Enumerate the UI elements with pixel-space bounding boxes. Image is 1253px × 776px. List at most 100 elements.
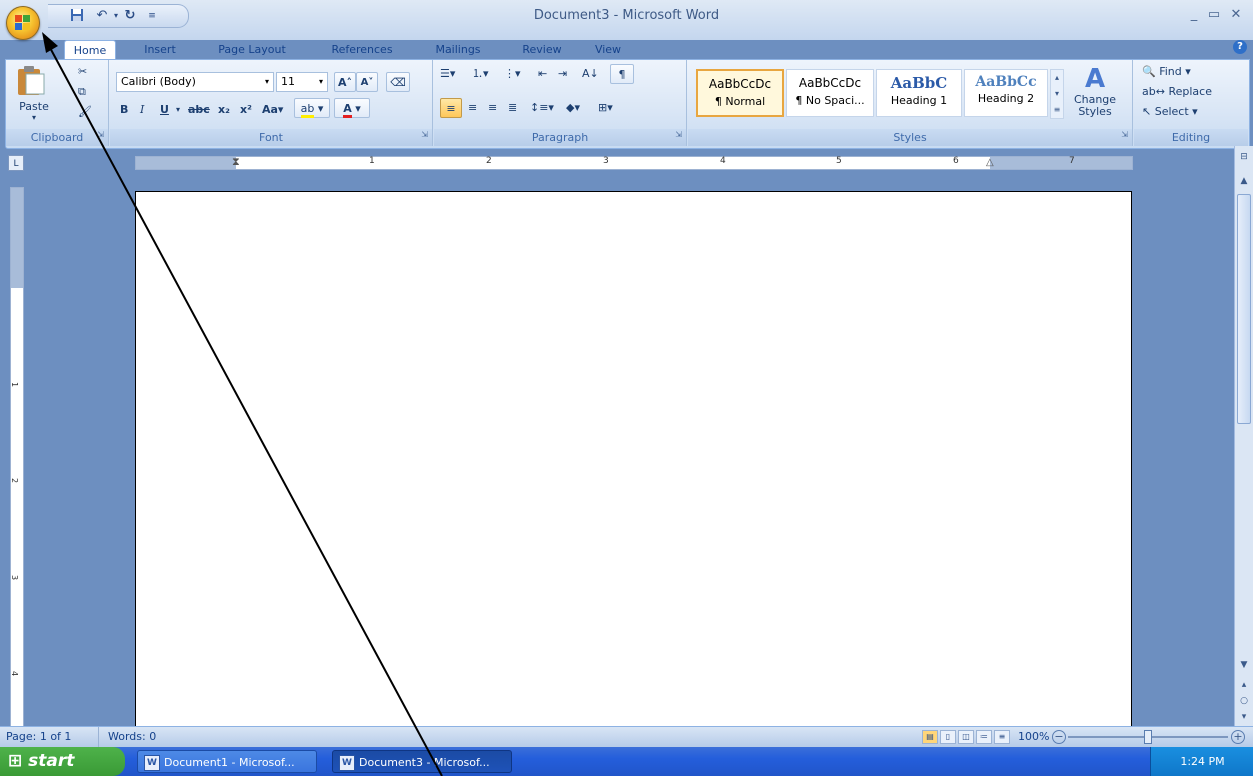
paste-button[interactable]: Paste ▾ xyxy=(14,64,54,124)
subscript-icon[interactable]: x₂ xyxy=(218,100,230,120)
style-heading-1[interactable]: AaBbC Heading 1 xyxy=(876,69,962,117)
previous-page-icon[interactable]: ▴ xyxy=(1237,678,1251,692)
draft-icon[interactable]: ≡ xyxy=(994,730,1010,744)
justify-icon[interactable]: ≣ xyxy=(508,98,517,118)
sort-icon[interactable]: A↓ xyxy=(582,64,599,84)
editing-group: 🔍 Find ▾ ab↔ Replace ↖ Select ▾ Editing xyxy=(1134,60,1248,146)
align-center-icon[interactable]: ≡ xyxy=(468,98,477,118)
style-normal[interactable]: AaBbCcDc ¶ Normal xyxy=(696,69,784,117)
status-bar: Page: 1 of 1 Words: 0 ▤ ▯ ◫ ≔ ≡ 100% − + xyxy=(0,726,1253,747)
superscript-icon[interactable]: x² xyxy=(240,100,252,120)
bold-icon[interactable]: B xyxy=(120,100,128,120)
print-layout-icon[interactable]: ▤ xyxy=(922,730,938,744)
close-icon[interactable]: ✕ xyxy=(1225,6,1247,24)
system-tray: 1:24 PM xyxy=(1150,747,1253,776)
borders-icon[interactable]: ⊞▾ xyxy=(598,98,613,118)
styles-gallery-scroll[interactable]: ▴ ▾ ≡ xyxy=(1050,69,1064,119)
underline-dropdown-icon[interactable]: ▾ xyxy=(176,100,180,120)
zoom-slider-thumb[interactable] xyxy=(1144,730,1152,744)
find-icon: 🔍 xyxy=(1142,65,1156,78)
tab-page-layout[interactable]: Page Layout xyxy=(214,40,290,59)
web-layout-icon[interactable]: ◫ xyxy=(958,730,974,744)
clock[interactable]: 1:24 PM xyxy=(1180,755,1224,768)
word-count[interactable]: Words: 0 xyxy=(108,730,156,743)
change-case-icon[interactable]: Aa▾ xyxy=(262,100,283,120)
scroll-thumb[interactable] xyxy=(1237,194,1251,424)
tab-references[interactable]: References xyxy=(322,40,402,59)
align-left-icon[interactable]: ≡ xyxy=(440,98,462,118)
tab-review[interactable]: Review xyxy=(518,40,566,59)
font-size-dropdown[interactable]: 11 ▾ xyxy=(276,72,328,92)
tab-home[interactable]: Home xyxy=(64,40,116,60)
tab-insert[interactable]: Insert xyxy=(140,40,180,59)
multilevel-list-icon[interactable]: ⋮▾ xyxy=(504,64,521,84)
taskbar-item-document3[interactable]: W Document3 - Microsof... xyxy=(332,750,512,773)
shading-icon[interactable]: ◆▾ xyxy=(566,98,580,118)
start-button[interactable]: ⊞ start xyxy=(0,747,125,776)
office-button[interactable] xyxy=(6,6,40,40)
view-ruler-icon[interactable]: ⊟ xyxy=(1237,150,1251,164)
italic-icon[interactable]: I xyxy=(140,100,144,120)
numbering-icon[interactable]: ⒈▾ xyxy=(472,64,489,84)
font-group: Calibri (Body) ▾ 11 ▾ A˄ A˅ ⌫ B I U ▾ abc … xyxy=(110,60,433,146)
vertical-ruler[interactable]: 1 2 3 4 xyxy=(10,187,24,727)
line-spacing-icon[interactable]: ↕≡▾ xyxy=(530,98,554,118)
clipboard-group-label: Clipboard ⇲ xyxy=(6,129,108,146)
paragraph-group-label: Paragraph ⇲ xyxy=(434,129,686,146)
document-page[interactable] xyxy=(135,191,1132,731)
page-count[interactable]: Page: 1 of 1 xyxy=(6,730,71,743)
font-group-label: Font ⇲ xyxy=(110,129,432,146)
window-title: Document3 - Microsoft Word xyxy=(533,8,720,23)
strikethrough-icon[interactable]: abc xyxy=(188,100,210,120)
decrease-indent-icon[interactable]: ⇤ xyxy=(538,64,547,84)
paragraph-dialog-launcher-icon[interactable]: ⇲ xyxy=(675,126,682,143)
outline-icon[interactable]: ≔ xyxy=(976,730,992,744)
full-screen-reading-icon[interactable]: ▯ xyxy=(940,730,956,744)
styles-dialog-launcher-icon[interactable]: ⇲ xyxy=(1121,126,1128,143)
right-indent-marker-icon[interactable]: △ xyxy=(986,157,994,168)
cut-icon[interactable]: ✂ xyxy=(78,62,87,82)
vertical-scrollbar[interactable]: ⊟ ▲ ▼ ▴ ○ ▾ xyxy=(1234,146,1253,726)
select-browse-object-icon[interactable]: ○ xyxy=(1237,694,1251,708)
highlight-color-icon[interactable]: ab ▾ xyxy=(294,98,330,118)
find-button[interactable]: 🔍 Find ▾ xyxy=(1142,62,1191,82)
select-icon: ↖ xyxy=(1142,105,1152,118)
editing-group-label: Editing xyxy=(1134,129,1248,146)
clear-formatting-icon[interactable]: ⌫ xyxy=(386,72,410,92)
font-color-icon[interactable]: A ▾ xyxy=(334,98,370,118)
zoom-out-icon[interactable]: − xyxy=(1052,730,1066,744)
next-page-icon[interactable]: ▾ xyxy=(1237,710,1251,724)
dialog-launcher-icon[interactable]: ⇲ xyxy=(97,126,104,143)
taskbar-item-document1[interactable]: W Document1 - Microsof... xyxy=(137,750,317,773)
font-dialog-launcher-icon[interactable]: ⇲ xyxy=(421,126,428,143)
word-icon: W xyxy=(339,755,355,771)
replace-button[interactable]: ab↔ Replace xyxy=(1142,82,1212,102)
zoom-in-icon[interactable]: + xyxy=(1231,730,1245,744)
tab-view[interactable]: View xyxy=(590,40,626,59)
select-button[interactable]: ↖ Select ▾ xyxy=(1142,102,1198,122)
restore-icon[interactable]: ▭ xyxy=(1203,6,1225,24)
scroll-up-icon[interactable]: ▲ xyxy=(1237,174,1251,188)
indent-marker-icon[interactable]: ⧗ xyxy=(232,155,240,169)
tab-selector[interactable]: L xyxy=(8,155,24,171)
zoom-level[interactable]: 100% xyxy=(1018,730,1049,743)
align-right-icon[interactable]: ≡ xyxy=(488,98,497,118)
shrink-font-icon[interactable]: A˅ xyxy=(356,72,378,92)
show-formatting-icon[interactable]: ¶ xyxy=(610,64,634,84)
format-painter-icon[interactable]: 🖌 xyxy=(78,102,92,122)
minimize-icon[interactable]: _ xyxy=(1183,6,1205,24)
tab-mailings[interactable]: Mailings xyxy=(428,40,488,59)
scroll-down-icon[interactable]: ▼ xyxy=(1237,658,1251,672)
horizontal-ruler[interactable]: ⧗ △ 1 2 3 4 5 6 7 xyxy=(135,155,1133,170)
underline-icon[interactable]: U xyxy=(160,100,169,120)
change-styles-button[interactable]: A Change Styles xyxy=(1068,64,1122,126)
grow-font-icon[interactable]: A˄ xyxy=(334,72,356,92)
style-no-spacing[interactable]: AaBbCcDc ¶ No Spaci... xyxy=(786,69,874,117)
change-styles-icon: A xyxy=(1084,64,1106,94)
style-heading-2[interactable]: AaBbCc Heading 2 xyxy=(964,69,1048,117)
copy-icon[interactable]: ⧉ xyxy=(78,82,86,102)
font-name-dropdown[interactable]: Calibri (Body) ▾ xyxy=(116,72,274,92)
help-icon[interactable]: ? xyxy=(1233,40,1247,54)
increase-indent-icon[interactable]: ⇥ xyxy=(558,64,567,84)
bullets-icon[interactable]: ☰▾ xyxy=(440,64,455,84)
